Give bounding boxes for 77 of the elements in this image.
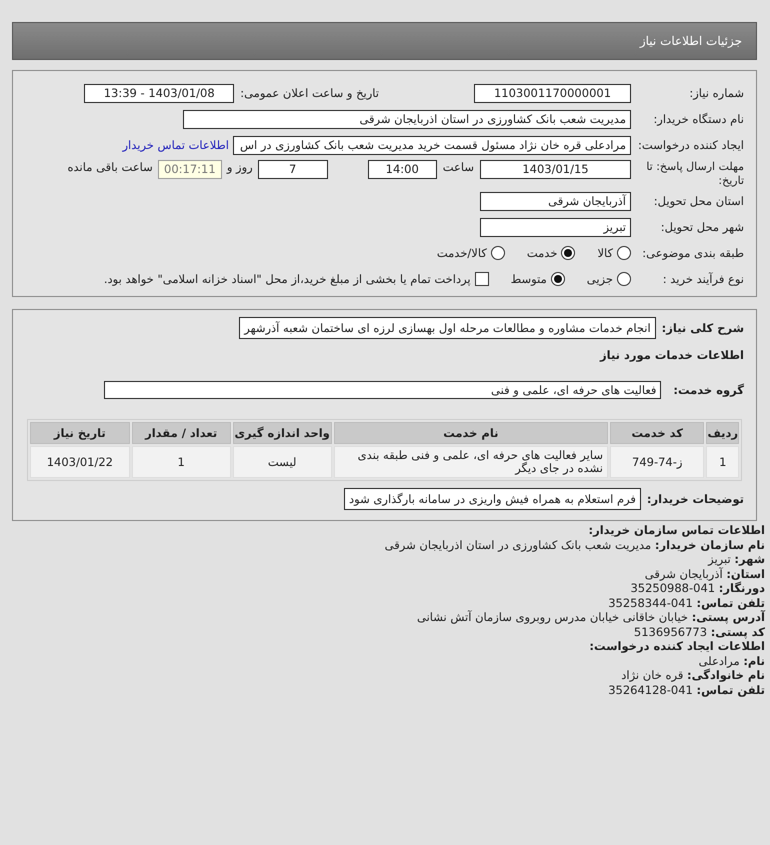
table-cell: لیست xyxy=(232,446,332,478)
section-heading: اطلاعات خدمات مورد نیاز xyxy=(598,348,744,364)
field-label: ایجاد کننده درخواست: xyxy=(637,138,744,152)
page-title: جزئیات اطلاعات نیاز xyxy=(640,34,742,48)
table-cell: ز-74-749 xyxy=(610,446,704,478)
field-label: تاریخ و ساعت اعلان عمومی: xyxy=(240,86,379,100)
value-field: 1403/01/08 - 13:39 xyxy=(84,84,234,102)
field-value: 041-35264128 xyxy=(608,682,693,696)
field-value: مرادعلی xyxy=(698,654,740,668)
value-field: 7 xyxy=(258,160,328,179)
field-label: توضیحات خریدار: xyxy=(646,492,744,506)
option-label: جزیی xyxy=(586,272,613,286)
column-header: کد خدمت xyxy=(610,422,704,444)
column-header: تعداد / مقدار xyxy=(132,422,231,444)
radio-button[interactable] xyxy=(490,246,505,260)
contact-link[interactable]: اطلاعات تماس خریدار xyxy=(122,138,229,152)
field-label: آدرس پستی: xyxy=(692,610,765,624)
value-field: فرم استعلام به همراه فیش واریزی در سامانه بارگذاری شود xyxy=(344,488,641,510)
field-label: تلفن تماس: xyxy=(696,596,765,610)
radio-button[interactable] xyxy=(561,246,576,260)
value-field: آذربایجان شرقی xyxy=(480,192,631,210)
table-cell: 1 xyxy=(132,446,231,478)
radio-button[interactable] xyxy=(617,272,631,286)
option-label: خدمت xyxy=(526,246,558,260)
field-label: طبقه بندی موضوعی: xyxy=(641,246,744,260)
column-header: ردیف xyxy=(706,422,739,444)
field-label: ساعت xyxy=(442,160,474,174)
field-value: 041-35250988 xyxy=(630,581,716,595)
column-header: واحد اندازه گیری xyxy=(232,422,332,444)
field-label: شهر: xyxy=(734,552,765,566)
field-label: شرح کلی نیاز: xyxy=(662,321,744,335)
column-header: تاریخ نیاز xyxy=(30,422,130,444)
field-label: استان: xyxy=(726,566,765,580)
field-value: مدیریت شعب بانک کشاورزی در استان اذربایجان شرقی xyxy=(384,538,652,552)
value-field: تبریز xyxy=(480,218,631,236)
field-value: قره خان نژاد xyxy=(621,668,684,682)
table-cell: 1403/01/22 xyxy=(30,446,130,478)
field-label: کد پستی: xyxy=(710,624,765,638)
field-label: نوع فرآیند خرید : xyxy=(662,272,744,286)
field-label: نام دستگاه خریدار: xyxy=(652,112,744,126)
section-heading: اطلاعات تماس سازمان خریدار: xyxy=(588,523,765,537)
countdown-field: 00:17:11 xyxy=(158,160,222,179)
option-label: متوسط xyxy=(510,272,547,286)
table-cell: 1 xyxy=(706,446,739,478)
field-value: 5136956773 xyxy=(634,624,708,638)
value-field: انجام خدمات مشاوره و مطالعات مرحله اول بهسازی لرزه ای ساختمان شعبه آذرشهر xyxy=(239,317,656,339)
value-field: 14:00 xyxy=(368,160,437,179)
field-label: ساعت باقی مانده xyxy=(68,160,153,174)
field-value: آذربایجان شرقی xyxy=(644,566,723,580)
field-label: روز و xyxy=(226,160,253,174)
field-label: نام سازمان خریدار: xyxy=(654,538,765,552)
field-label: گروه خدمت: xyxy=(673,383,744,397)
option-label: کالا xyxy=(597,246,613,260)
radio-button[interactable] xyxy=(617,246,631,260)
field-value: تبریز xyxy=(708,552,731,566)
radio-button[interactable] xyxy=(550,272,565,286)
value-field: مرادعلی قره خان نژاد مسئول قسمت خرید مدیریت شعب بانک کشاورزی در اس xyxy=(233,136,631,154)
option-label: کالا/خدمت xyxy=(436,246,487,260)
checkbox[interactable] xyxy=(474,272,489,286)
section-heading: اطلاعات ایجاد کننده درخواست: xyxy=(589,639,765,653)
value-field: مدیریت شعب بانک کشاورزی در استان اذربایجان شرقی xyxy=(183,110,631,128)
field-value: 041-35258344 xyxy=(608,596,693,610)
field-label: شهر محل تحویل: xyxy=(660,220,744,234)
field-label: نام خانوادگی: xyxy=(687,668,765,682)
value-field: 1103001170000001 xyxy=(474,84,631,102)
field-label: استان محل تحویل: xyxy=(652,194,744,208)
column-header: نام خدمت xyxy=(334,422,608,444)
field-label: مهلت ارسال پاسخ: تا تاریخ: xyxy=(645,160,744,188)
field-label: شماره نیاز: xyxy=(688,86,744,100)
value-field: فعالیت های حرفه ای، علمی و فنی xyxy=(104,381,662,399)
field-label: نام: xyxy=(743,654,765,668)
value-field: 1403/01/15 xyxy=(480,160,631,179)
field-value: خیابان خاقانی خیابان مدرس روبروی سازمان آتش نشانی xyxy=(416,610,688,624)
field-label: تلفن تماس: xyxy=(696,682,765,696)
table-cell: سایر فعالیت های حرفه ای، علمی و فنی طبقه بندی نشده در جای دیگر xyxy=(334,446,608,478)
option-label: پرداخت تمام یا بخشی از مبلغ خرید،از محل "اسناد خزانه اسلامی" خواهد بود. xyxy=(104,272,471,286)
field-label: دورنگار: xyxy=(718,581,765,595)
